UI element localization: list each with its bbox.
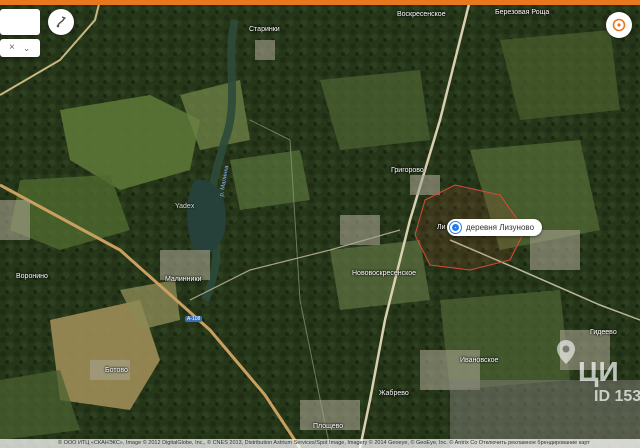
place-label-yandex: Yadex [175,203,195,210]
place-label-li: Ли [437,224,446,231]
place-label-gideevo: Гидеево [590,329,617,336]
place-label-novovoskresenskoe: Нововоскресенское [352,270,417,277]
selected-location-callout[interactable]: деревня Лизуново [447,219,543,236]
brand-watermark-text: ЦИ [578,356,619,387]
place-label-botovo: Ботово [105,367,128,374]
place-label-starinki: Старинки [249,26,280,33]
clear-icon[interactable]: × [9,39,15,57]
map-attribution: © ООО ИТЦ «СКАНЭКС», Image © 2012 Digita… [0,439,640,448]
route-icon [56,16,67,28]
filter-box[interactable]: × ⌄ [0,39,40,57]
place-label-grigorovo: Григорово [391,167,424,174]
chevron-down-icon[interactable]: ⌄ [23,41,31,55]
attribution-text: © ООО ИТЦ «СКАНЭКС», Image © 2012 Digita… [58,440,590,446]
place-label-ivanovskoe: Ивановское [460,357,499,364]
selected-location-label: деревня Лизуново [466,223,535,232]
place-label-ploschevo: Площево [313,423,344,430]
top-accent-bar [0,0,640,5]
brand-watermark-icon [557,340,575,364]
road-label-a108: A-108 [185,316,203,322]
place-label-voronino: Воронино [16,273,48,280]
route-button[interactable] [48,9,74,35]
place-label-berezovaya-roscha: Березовая Роща [495,9,550,16]
compass-icon [612,18,626,32]
place-label-zhabrevo: Жабрево [379,390,409,397]
listing-id-watermark: ID 153 [594,388,640,405]
search-input[interactable] [2,9,40,35]
location-pin-icon [450,222,461,233]
place-label-malinniki: Малинники [165,276,202,283]
search-box[interactable] [0,9,40,35]
locate-button[interactable] [606,12,632,38]
satellite-map[interactable] [0,0,640,448]
place-label-voskresenskoe: Воскресенское [397,11,446,18]
